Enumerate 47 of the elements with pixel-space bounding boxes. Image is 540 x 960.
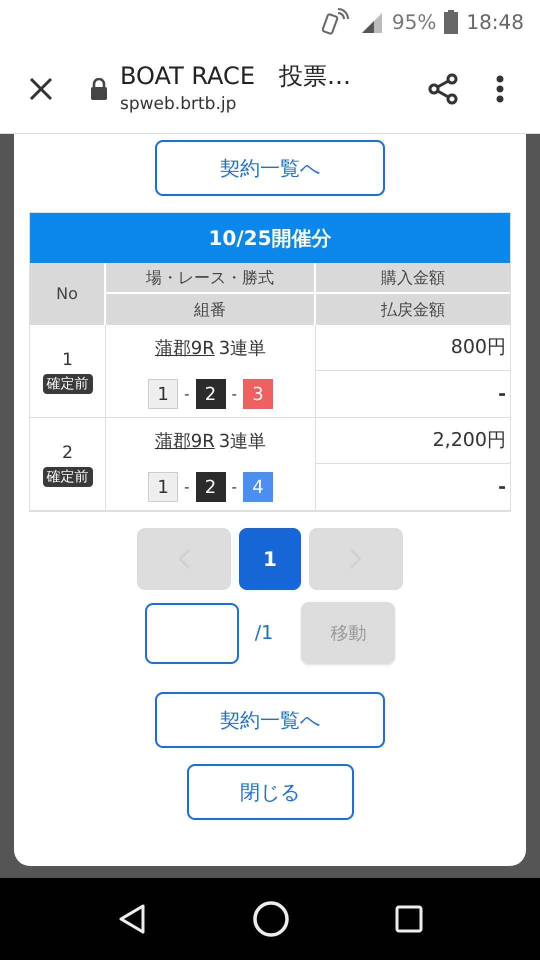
back-icon[interactable]	[116, 903, 147, 935]
table-header: No	[30, 263, 106, 325]
table-title: 10/25開催分	[30, 213, 510, 263]
boat-number: 2	[196, 379, 226, 409]
bet-type: 3連単	[218, 430, 266, 454]
row-number: 1	[62, 349, 73, 372]
contracts-button[interactable]: 契約一覧へ	[155, 692, 385, 748]
share-icon[interactable]	[426, 72, 460, 106]
page-button[interactable]: 1	[239, 528, 301, 590]
clock: 18:48	[466, 9, 524, 36]
nfc-icon	[322, 7, 350, 37]
race-link[interactable]: 蒲郡9R	[154, 428, 215, 454]
battery-percent: 95%	[392, 9, 436, 36]
table-header: 購入金額	[316, 263, 510, 294]
battery-icon	[444, 10, 458, 34]
purchase-amount: 800円	[450, 335, 506, 360]
separator: -	[184, 476, 190, 498]
purchase-amount: 2,200円	[432, 428, 506, 454]
row-number: 2	[62, 442, 73, 466]
page-title: BOAT RACE 投票…	[120, 60, 351, 92]
more-icon[interactable]	[496, 74, 504, 102]
table-header: 場・レース・勝式	[106, 263, 316, 294]
table-header: 組番	[106, 294, 316, 325]
boat-number: 1	[148, 472, 178, 502]
boat-number: 4	[242, 472, 273, 502]
boat-number: 1	[148, 379, 178, 409]
home-icon[interactable]	[252, 900, 290, 938]
close-icon[interactable]	[28, 76, 54, 102]
table-header: 払戻金額	[380, 298, 446, 320]
page-total: /1	[254, 620, 274, 646]
separator: -	[184, 384, 190, 405]
status-badge: 確定前	[42, 466, 92, 487]
separator: -	[232, 476, 237, 498]
close-button[interactable]: 閉じる	[186, 764, 354, 820]
race-link[interactable]: 蒲郡9R	[154, 334, 215, 362]
separator: -	[232, 384, 237, 405]
payout-amount: -	[498, 382, 506, 407]
payout-amount: -	[498, 474, 506, 500]
lock-icon	[90, 78, 108, 100]
boat-number: 2	[196, 472, 226, 502]
page-number-field[interactable]	[144, 602, 239, 664]
boat-number: 3	[242, 379, 273, 409]
bet-type: 3連単	[218, 336, 266, 360]
recents-icon[interactable]	[395, 905, 424, 933]
contracts-button[interactable]: 契約一覧へ	[155, 140, 385, 196]
status-badge: 確定前	[42, 374, 92, 394]
page-url: spweb.brtb.jp	[120, 92, 238, 116]
